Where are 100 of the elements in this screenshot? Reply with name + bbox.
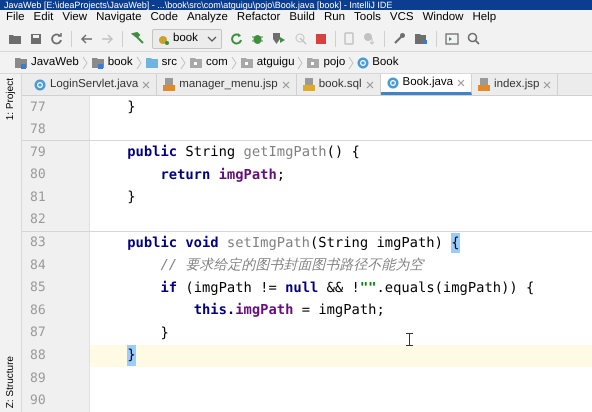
- code-token: String: [185, 143, 236, 162]
- matched-brace: {: [451, 232, 460, 254]
- folder-icon: [240, 56, 254, 68]
- class-icon: [357, 56, 370, 68]
- code-token: .equals(imgPath)) {: [376, 278, 534, 298]
- folder-icon: [189, 56, 204, 68]
- text-cursor-icon: [406, 333, 413, 346]
- breadcrumb-item[interactable]: atguigu: [256, 54, 294, 72]
- close-icon[interactable]: [366, 80, 374, 88]
- code-token: if: [160, 278, 178, 298]
- code-token: (String imgPath): [310, 234, 444, 253]
- breadcrumb-item[interactable]: pojo: [323, 54, 346, 72]
- menu-item[interactable]: Tools: [354, 9, 381, 27]
- line-number: 80: [30, 166, 46, 184]
- chevron-icon: [297, 56, 304, 70]
- line-number: 79: [30, 144, 46, 162]
- code-token: "": [360, 278, 376, 298]
- sync-icon[interactable]: [50, 32, 63, 45]
- breadcrumb-item[interactable]: Book: [372, 54, 398, 72]
- menu-item[interactable]: Run: [324, 9, 346, 27]
- class-icon: [34, 78, 46, 90]
- code-token: return: [160, 166, 212, 185]
- menu-item[interactable]: Code: [150, 9, 178, 27]
- menu-item[interactable]: Analyze: [186, 9, 228, 27]
- breadcrumb-item[interactable]: book: [108, 54, 133, 72]
- line-number: 86: [30, 302, 46, 320]
- code-token: = imgPath;: [302, 301, 385, 320]
- wrench-icon[interactable]: [392, 32, 406, 45]
- chevron-icon: [230, 56, 237, 70]
- line-number: 77: [30, 98, 46, 117]
- chevron-icon: [136, 56, 142, 70]
- terminal-icon[interactable]: [444, 32, 459, 44]
- line-number: 90: [30, 392, 46, 410]
- back-arrow-icon[interactable]: [80, 32, 93, 44]
- code-token: setImgPath: [226, 234, 310, 253]
- folder-icon[interactable]: [8, 32, 22, 44]
- code-token: imgPath: [235, 301, 294, 320]
- matched-brace: }: [127, 345, 136, 366]
- menu-item[interactable]: Help: [472, 9, 496, 27]
- close-icon[interactable]: [543, 80, 552, 88]
- menu-item[interactable]: Refactor: [236, 9, 280, 27]
- editor-tab[interactable]: book.sql: [296, 74, 381, 95]
- line-number: 81: [30, 188, 46, 207]
- code-token: null: [285, 278, 318, 298]
- menu-item[interactable]: Build: [289, 9, 315, 27]
- chevron-icon: [180, 56, 186, 70]
- menu-item[interactable]: File: [6, 9, 25, 27]
- editor-tab[interactable]: Book.java: [380, 74, 472, 95]
- line-number: 83: [30, 234, 46, 252]
- project-structure-icon[interactable]: [414, 32, 428, 44]
- caret-icon: [206, 36, 217, 42]
- line-number: 88: [30, 347, 46, 366]
- line-number: 85: [30, 279, 46, 298]
- breadcrumb-item[interactable]: src: [162, 54, 178, 72]
- line-number: 84: [30, 256, 46, 275]
- rerun-icon[interactable]: [230, 32, 243, 45]
- code-token: (imgPath !=: [185, 278, 278, 298]
- folder-icon: [90, 56, 105, 68]
- menu-item[interactable]: VCS: [390, 9, 414, 27]
- code-token: }: [127, 98, 136, 117]
- file-icon: [478, 78, 490, 91]
- search-icon[interactable]: [466, 32, 480, 45]
- file-icon: [163, 78, 176, 91]
- code-token: && !: [326, 278, 360, 298]
- breadcrumb-item[interactable]: JavaWeb: [31, 54, 79, 72]
- close-icon[interactable]: [457, 79, 466, 87]
- code-token: getImgPath: [244, 143, 327, 162]
- structure-tool-tab[interactable]: Z: Structure: [3, 356, 18, 408]
- hammer-icon[interactable]: [131, 32, 144, 45]
- code-token: this.: [194, 301, 236, 320]
- menu-item[interactable]: Window: [422, 9, 464, 27]
- menu-item[interactable]: Navigate: [96, 9, 142, 27]
- class-icon: [386, 77, 399, 89]
- line-number: 87: [30, 324, 46, 342]
- save-icon[interactable]: [30, 32, 42, 44]
- code-token: imgPath: [218, 166, 277, 185]
- code-token: ;: [276, 166, 286, 185]
- line-number: 78: [30, 120, 46, 139]
- close-icon[interactable]: [142, 80, 150, 88]
- file-icon: [302, 78, 315, 91]
- menu-item[interactable]: Edit: [34, 9, 54, 27]
- folder-icon: [144, 56, 159, 68]
- line-number: 82: [30, 211, 46, 230]
- shield-play-icon[interactable]: [272, 32, 286, 45]
- code-token: public void: [127, 234, 220, 253]
- close-icon[interactable]: [282, 80, 290, 88]
- run-configuration-dropdown[interactable]: book: [152, 28, 222, 48]
- breadcrumb-item[interactable]: com: [206, 54, 228, 72]
- chevron-icon: [82, 56, 88, 70]
- folder-icon: [306, 56, 320, 68]
- stop-icon[interactable]: [314, 32, 327, 44]
- project-tool-tab[interactable]: 1: Project: [3, 78, 18, 120]
- window-title: JavaWeb [E:\ideaProjects\JavaWeb] - ...\book\src\com\atguigu\pojo\Book.java [book] - IntelliJ IDE: [0, 0, 592, 10]
- menu-item[interactable]: View: [62, 9, 88, 27]
- code-token: public: [127, 143, 178, 162]
- code-token: }: [127, 188, 136, 208]
- code-token: () {: [326, 143, 360, 162]
- code-token: }: [160, 324, 169, 343]
- chevron-icon: [348, 56, 354, 70]
- line-number: 89: [30, 370, 46, 388]
